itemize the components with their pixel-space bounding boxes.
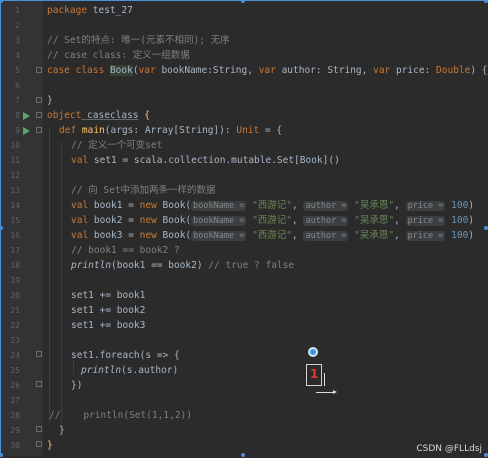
code-line[interactable]: println(book1 == book2) // true ? false xyxy=(71,258,294,273)
code-line[interactable]: package test_27 xyxy=(47,3,133,18)
code-line[interactable]: val set1 = scala.collection.mutable.Set[… xyxy=(71,153,340,168)
drag-arrow-icon xyxy=(316,392,334,393)
code-comment[interactable]: // 定义一个可变set xyxy=(71,138,162,153)
code-line[interactable]: println(s.author) xyxy=(81,363,178,378)
code-comment[interactable]: // println(Set(1,1,2)) xyxy=(49,408,192,423)
code-comment[interactable]: // case class: 定义一组数据 xyxy=(47,48,190,63)
code-line[interactable]: set1 += book1 xyxy=(71,288,145,303)
arrow-head-icon xyxy=(333,390,337,394)
resize-handle[interactable] xyxy=(0,453,3,457)
code-line[interactable]: val book1 = new Book(bookName = "西游记", a… xyxy=(71,198,474,214)
code-line[interactable]: } xyxy=(59,423,65,438)
line-number: 6 xyxy=(15,81,20,90)
code-line[interactable]: case class Book(var bookName:String, var… xyxy=(47,63,488,78)
resize-handle[interactable] xyxy=(484,453,488,457)
resize-handle[interactable] xyxy=(241,453,245,457)
code-line[interactable]: set1 += book2 xyxy=(71,303,145,318)
code-line[interactable]: } xyxy=(47,93,53,108)
code-line[interactable]: def main(args: Array[String]): Unit = { xyxy=(59,123,282,138)
code-comment[interactable]: // Set的特点: 唯一(元素不相同); 无序 xyxy=(47,33,230,48)
text-cursor-icon xyxy=(324,373,325,386)
code-comment[interactable]: // 向 Set中添加两条一样的数据 xyxy=(71,183,216,198)
resize-handle[interactable] xyxy=(484,226,488,230)
line-number: 27 xyxy=(10,396,20,405)
record-indicator-icon xyxy=(308,347,318,357)
annotation-marker: 1 xyxy=(306,364,322,386)
line-number: 2 xyxy=(15,21,20,30)
code-line[interactable]: } xyxy=(47,438,53,453)
watermark: CSDN @FLLdsj xyxy=(416,444,482,454)
code-comment[interactable]: // book1 == book2 ? xyxy=(71,243,180,258)
code-line[interactable]: val book2 = new Book(bookName = "西游记", a… xyxy=(71,213,474,229)
line-number: 23 xyxy=(10,336,20,345)
line-number: 19 xyxy=(10,276,20,285)
code-line[interactable]: val book3 = new Book(bookName = "西游记", a… xyxy=(71,228,474,244)
code-line[interactable]: set1.foreach(s => { xyxy=(71,348,180,363)
code-line[interactable]: set1 += book3 xyxy=(71,318,145,333)
code-line[interactable]: object caseclass { xyxy=(47,108,150,123)
code-line[interactable]: }) xyxy=(71,378,82,393)
line-number: 12 xyxy=(10,171,20,180)
